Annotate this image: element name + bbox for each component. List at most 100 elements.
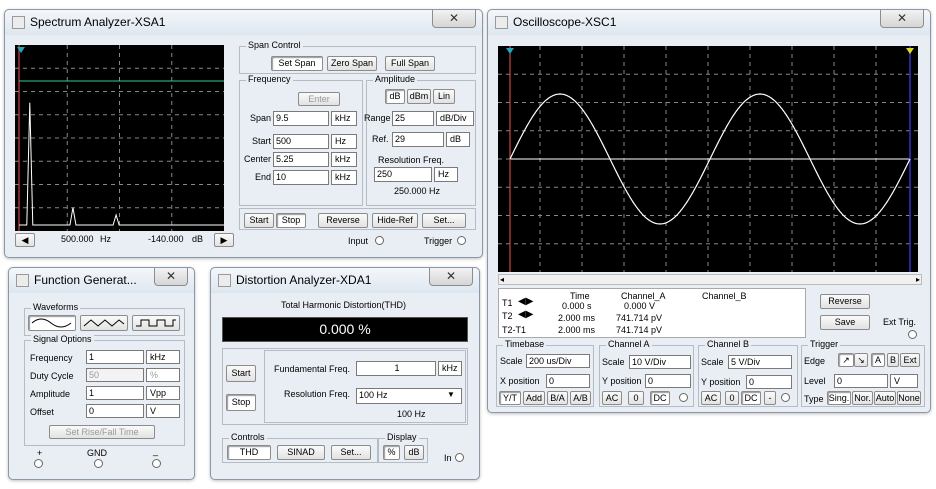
t2-cursor-marker[interactable] bbox=[906, 48, 914, 54]
db-button[interactable]: dB bbox=[385, 89, 405, 104]
function-generator-titlebar[interactable]: Function Generat... ✕ bbox=[9, 268, 194, 293]
start-field[interactable]: 500 bbox=[273, 134, 329, 149]
trigger-a-button[interactable]: A bbox=[871, 353, 885, 367]
spectrum-cursor-left-button[interactable]: ◀ bbox=[15, 233, 35, 247]
end-field[interactable]: 10 bbox=[273, 170, 329, 185]
t1-cursor-marker[interactable] bbox=[506, 48, 514, 54]
spectrum-close-button[interactable]: ✕ bbox=[432, 10, 476, 28]
cha-terminal[interactable] bbox=[679, 393, 688, 402]
t2-arrows[interactable]: ◀▶ bbox=[518, 309, 533, 320]
gnd-terminal[interactable] bbox=[94, 459, 103, 468]
distortion-start-button[interactable]: Start bbox=[226, 365, 256, 382]
spectrum-cursor-marker[interactable] bbox=[17, 47, 25, 53]
cha-ac-button[interactable]: AC bbox=[602, 391, 622, 405]
lin-button[interactable]: Lin bbox=[433, 89, 455, 104]
zero-span-button[interactable]: Zero Span bbox=[327, 56, 377, 71]
trigger-normal-button[interactable]: Nor. bbox=[852, 391, 873, 405]
chb-ypos-field[interactable]: 0 bbox=[746, 375, 792, 389]
oscilloscope-grid bbox=[498, 46, 918, 272]
plus-terminal[interactable] bbox=[34, 459, 43, 468]
chb-zero-button[interactable]: 0 bbox=[725, 391, 739, 405]
spectrum-screen bbox=[15, 45, 224, 231]
spectrum-set-button[interactable]: Set... bbox=[422, 213, 466, 228]
square-wave-button[interactable] bbox=[132, 315, 180, 331]
ab-button[interactable]: A/B bbox=[570, 391, 591, 405]
spectrum-cursor-right-button[interactable]: ▶ bbox=[214, 233, 234, 247]
span-field[interactable]: 9.5 bbox=[273, 111, 329, 126]
set-span-button[interactable]: Set Span bbox=[271, 56, 323, 71]
fg-amplitude-field[interactable]: 1 bbox=[86, 386, 144, 400]
spectrum-titlebar[interactable]: Spectrum Analyzer-XSA1 ✕ bbox=[5, 10, 482, 35]
t1-arrows[interactable]: ◀▶ bbox=[518, 296, 533, 307]
chb-terminal[interactable] bbox=[781, 393, 790, 402]
db-display-button[interactable]: dB bbox=[404, 445, 424, 460]
sine-wave-button[interactable] bbox=[28, 315, 76, 331]
ba-button[interactable]: B/A bbox=[547, 391, 568, 405]
fg-frequency-field[interactable]: 1 bbox=[86, 350, 144, 364]
oscilloscope-scrollbar[interactable]: ◂ ▸ bbox=[498, 274, 922, 285]
center-field[interactable]: 5.25 bbox=[273, 152, 329, 167]
cha-ypos-field[interactable]: 0 bbox=[645, 374, 691, 388]
oscilloscope-reverse-button[interactable]: Reverse bbox=[820, 294, 870, 309]
percent-button[interactable]: % bbox=[383, 445, 400, 460]
distortion-set-button[interactable]: Set... bbox=[331, 445, 371, 460]
distortion-close-button[interactable]: ✕ bbox=[429, 268, 473, 286]
dbm-button[interactable]: dBm bbox=[407, 89, 431, 104]
function-generator-close-button[interactable]: ✕ bbox=[154, 268, 188, 286]
cha-dc-button[interactable]: DC bbox=[650, 391, 670, 405]
resolution-field[interactable]: 250 bbox=[374, 167, 432, 182]
trigger-terminal[interactable] bbox=[457, 236, 466, 245]
trigger-ext-button[interactable]: Ext bbox=[900, 353, 920, 367]
chb-ac-button[interactable]: AC bbox=[701, 391, 721, 405]
yt-button[interactable]: Y/T bbox=[499, 391, 521, 405]
chb-dc-button[interactable]: DC bbox=[741, 391, 761, 405]
rising-edge-button[interactable]: ↗ bbox=[838, 353, 854, 367]
fundamental-freq-field[interactable]: 1 bbox=[356, 361, 436, 376]
chevron-down-icon[interactable]: ▼ bbox=[447, 390, 455, 399]
ext-trig-terminal[interactable] bbox=[908, 330, 917, 339]
minus-terminal[interactable] bbox=[152, 459, 161, 468]
scroll-right-arrow[interactable]: ▸ bbox=[916, 275, 920, 284]
thd-button[interactable]: THD bbox=[227, 445, 271, 460]
sinad-button[interactable]: SINAD bbox=[277, 445, 325, 460]
spectrum-start-button[interactable]: Start bbox=[244, 213, 274, 228]
triangle-wave-button[interactable] bbox=[80, 315, 128, 331]
add-button[interactable]: Add bbox=[523, 391, 545, 405]
function-generator-title: Function Generat... bbox=[34, 273, 137, 287]
set-rise-fall-button[interactable]: Set Rise/Fall Time bbox=[49, 425, 155, 439]
readout-header-chb: Channel_B bbox=[702, 291, 747, 301]
full-span-button[interactable]: Full Span bbox=[385, 56, 435, 71]
falling-edge-button[interactable]: ↘ bbox=[854, 353, 868, 367]
thd-heading: Total Harmonic Distortion(THD) bbox=[281, 300, 407, 310]
oscilloscope-close-button[interactable]: ✕ bbox=[880, 10, 924, 28]
offset-field[interactable]: 0 bbox=[86, 404, 144, 418]
oscilloscope-titlebar[interactable]: Oscilloscope-XSC1 ✕ bbox=[488, 10, 930, 35]
trigger-auto-button[interactable]: Auto bbox=[874, 391, 896, 405]
waveforms-label: Waveforms bbox=[31, 302, 81, 312]
duty-cycle-field[interactable]: 50 bbox=[86, 368, 144, 382]
distortion-stop-button[interactable]: Stop bbox=[226, 394, 256, 411]
ref-label: Ref. bbox=[372, 134, 389, 144]
scroll-left-arrow[interactable]: ◂ bbox=[500, 275, 504, 284]
spectrum-reverse-button[interactable]: Reverse bbox=[318, 213, 368, 228]
ref-field[interactable]: 29 bbox=[392, 132, 444, 147]
trigger-single-button[interactable]: Sing. bbox=[827, 391, 851, 405]
cha-zero-button[interactable]: 0 bbox=[628, 391, 644, 405]
in-terminal[interactable] bbox=[455, 453, 464, 462]
cha-scale-field[interactable]: 10 V/Div bbox=[629, 355, 691, 369]
distortion-titlebar[interactable]: Distortion Analyzer-XDA1 ✕ bbox=[211, 268, 479, 293]
level-field[interactable]: 0 bbox=[834, 374, 888, 388]
oscilloscope-save-button[interactable]: Save bbox=[820, 315, 870, 330]
enter-button[interactable]: Enter bbox=[298, 92, 340, 106]
trigger-none-button[interactable]: None bbox=[897, 391, 921, 405]
level-unit: V bbox=[890, 374, 918, 388]
range-field[interactable]: 25 bbox=[392, 111, 434, 126]
input-terminal[interactable] bbox=[375, 236, 384, 245]
chb-scale-field[interactable]: 5 V/Div bbox=[728, 355, 792, 369]
timebase-scale-field[interactable]: 200 us/Div bbox=[526, 354, 590, 368]
spectrum-stop-button[interactable]: Stop bbox=[276, 213, 306, 228]
trigger-b-button[interactable]: B bbox=[887, 353, 899, 367]
hide-ref-button[interactable]: Hide-Ref bbox=[372, 213, 418, 228]
timebase-xpos-field[interactable]: 0 bbox=[546, 374, 590, 388]
chb-minus-button[interactable]: - bbox=[764, 391, 776, 405]
